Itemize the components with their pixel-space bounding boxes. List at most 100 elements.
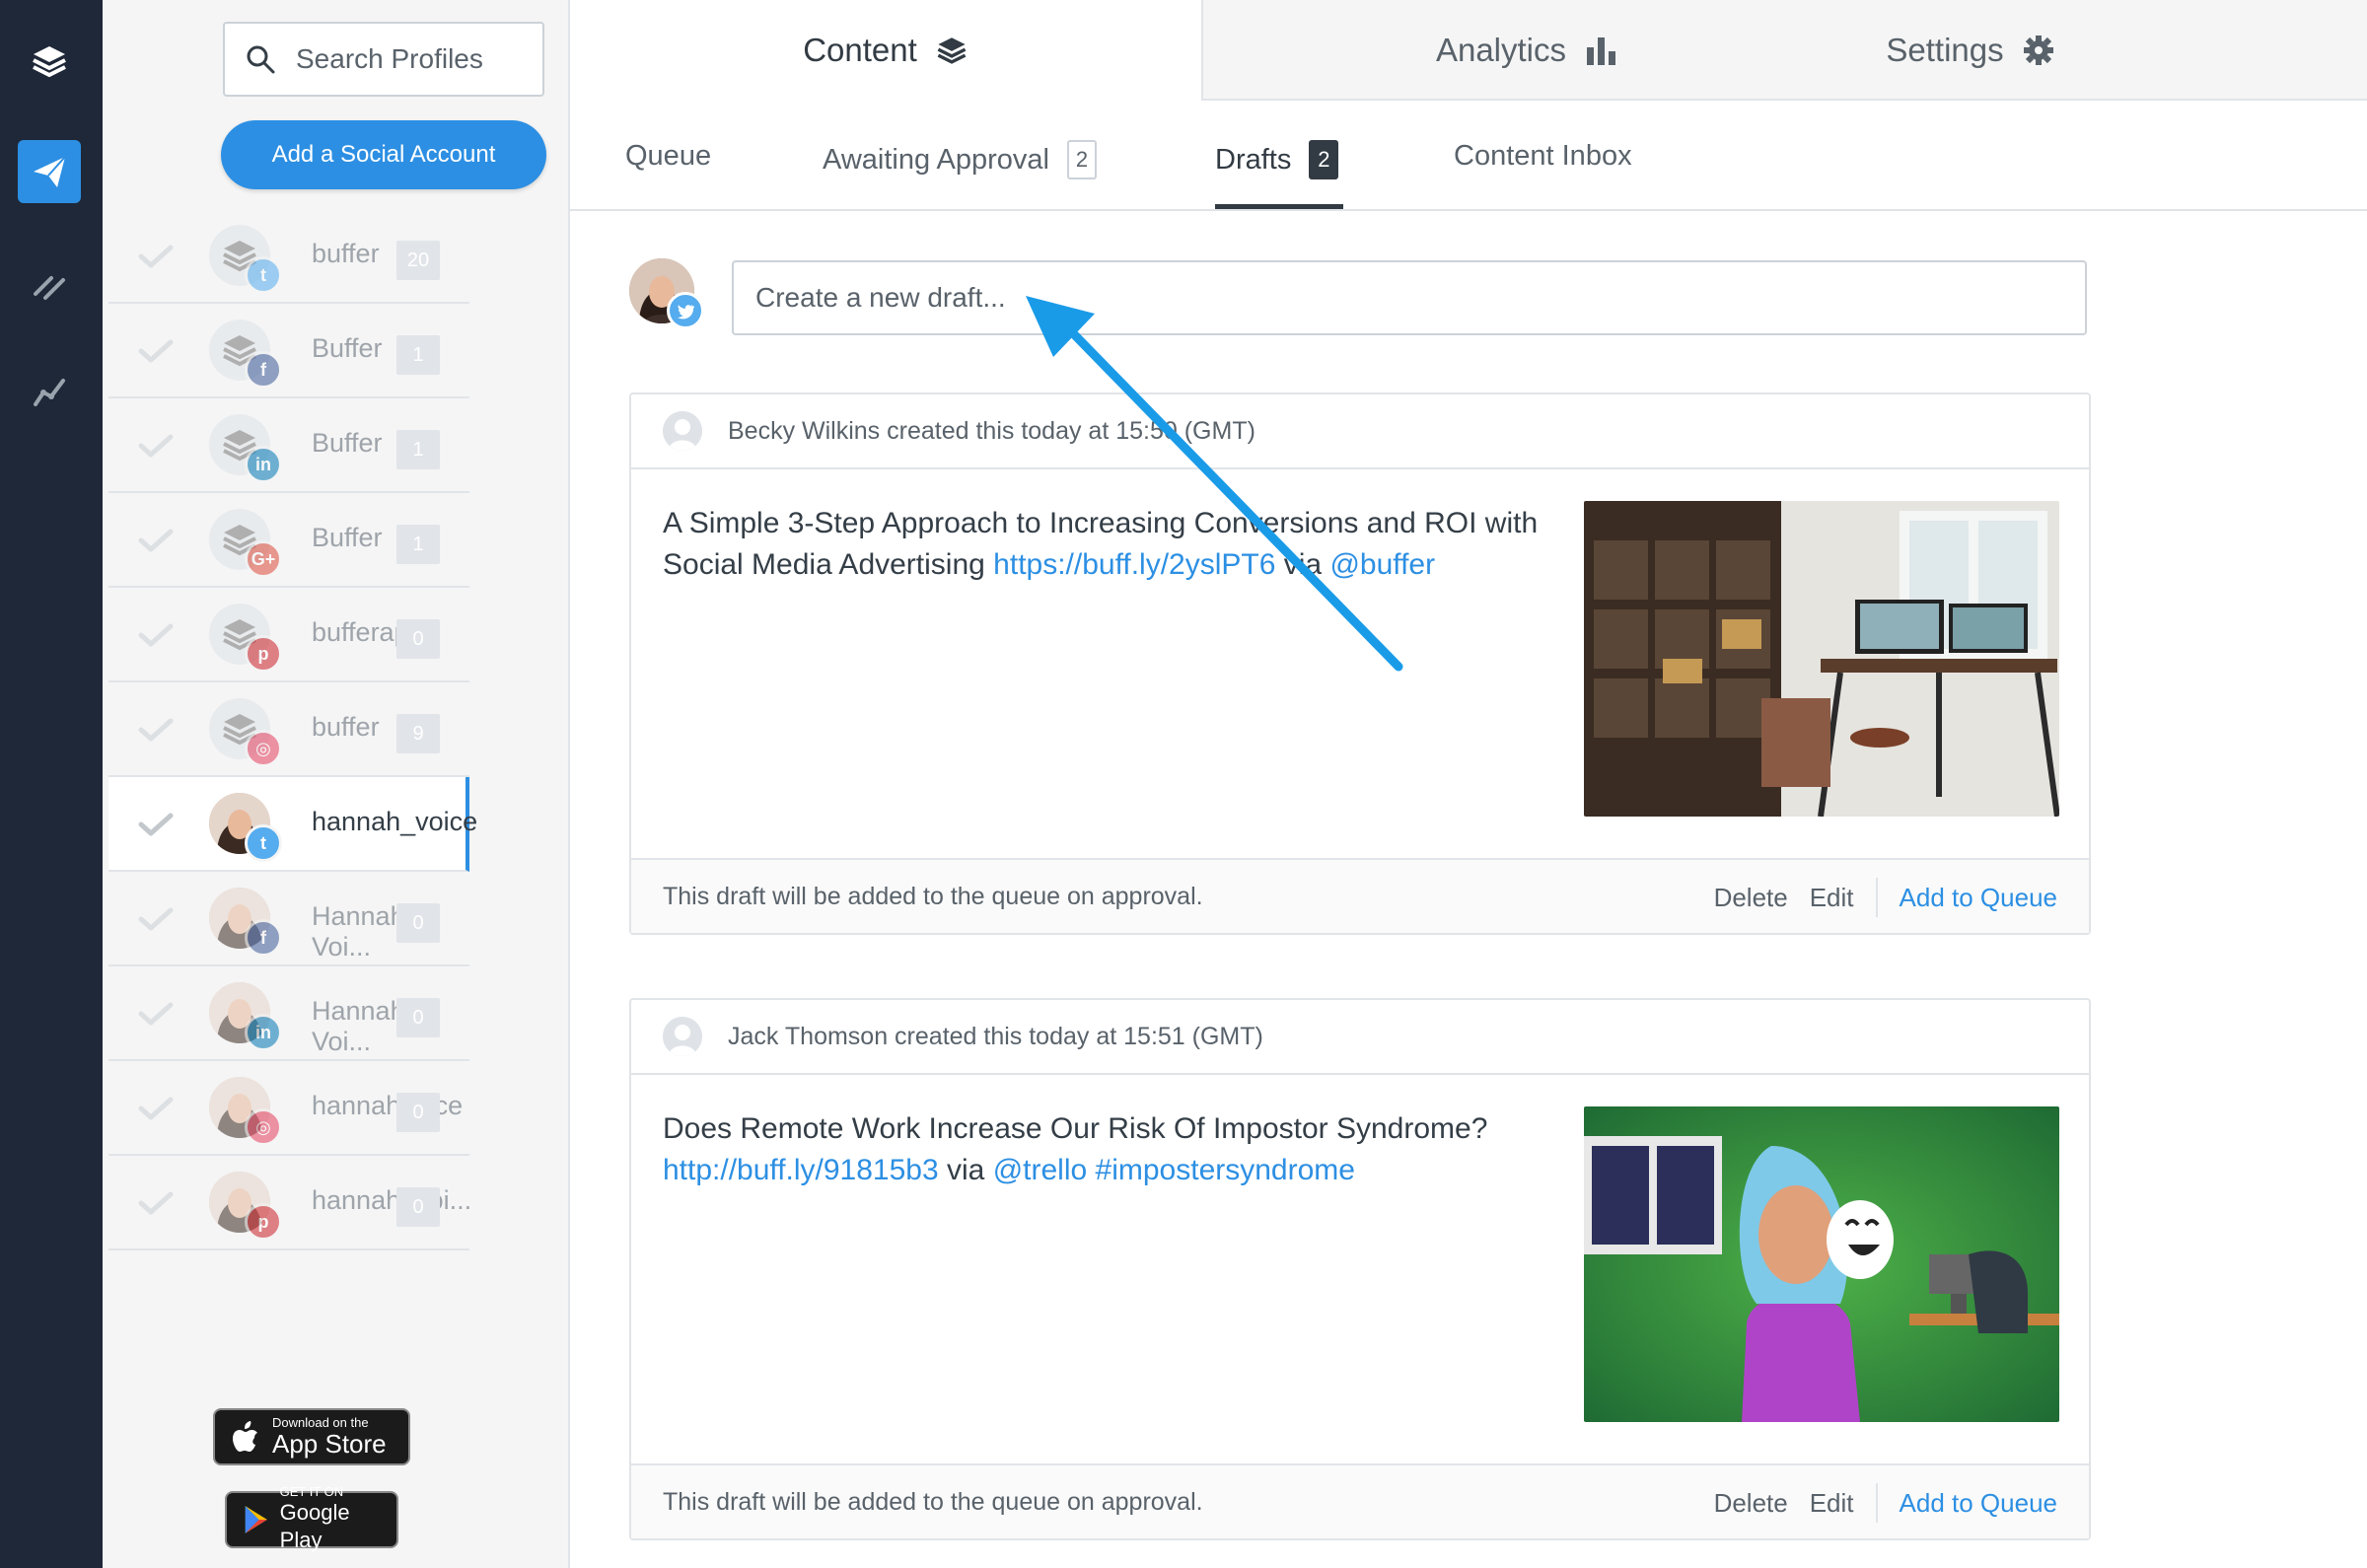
draft-link[interactable]: https://buff.ly/2yslPT6 [993,548,1275,581]
draft-link[interactable]: http://buff.ly/91815b3 [663,1154,939,1186]
add-social-account-button[interactable]: Add a Social Account [221,120,546,189]
delete-button[interactable]: Delete [1714,1488,1788,1519]
profile-avatar: G+ [209,509,282,578]
action-divider [1875,1483,1878,1523]
profile-item[interactable]: ◎ buffer 9 [108,682,469,777]
google-play-badge[interactable]: GET IT ON Google Play [225,1485,398,1552]
profile-item[interactable]: in Buffer 1 [108,398,469,493]
tab-content-label: Content [803,32,917,68]
tab-analytics[interactable]: Analytics [1389,0,1665,101]
profile-name: Buffer [312,428,383,458]
profile-item[interactable]: in Hannah Voi... 0 [108,966,469,1061]
apple-icon [233,1421,257,1452]
subtab-awaiting-approval[interactable]: Awaiting Approval 2 [823,140,1098,179]
subtab-inbox-label: Content Inbox [1454,140,1632,172]
subtab-drafts[interactable]: Drafts 2 [1215,140,1339,179]
draft-card-footer: This draft will be added to the queue on… [631,858,2089,933]
profile-count-badge: 1 [396,430,440,469]
delete-button[interactable]: Delete [1714,883,1788,913]
profile-count-badge: 0 [396,1093,440,1132]
tab-settings-label: Settings [1886,32,2004,68]
edit-button[interactable]: Edit [1810,1488,1854,1519]
draft-body: Does Remote Work Increase Our Risk Of Im… [663,1112,1488,1145]
check-icon[interactable] [138,1002,174,1026]
check-icon[interactable] [138,813,174,836]
gear-icon [2023,36,2053,65]
linkedin-icon: in [245,446,282,483]
profile-item[interactable]: t buffer 20 [108,209,469,304]
profile-item[interactable]: p hannah_voi... 0 [108,1156,472,1250]
tab-settings[interactable]: Settings [1852,0,2089,101]
profile-avatar: t [209,793,282,862]
app-store-big: App Store [272,1429,387,1459]
check-icon[interactable] [138,1097,174,1120]
edit-button[interactable]: Edit [1810,883,1854,913]
instagram-icon: ◎ [245,1108,282,1146]
draft-mention[interactable]: @trello [993,1154,1087,1186]
draft-via: via [938,1154,993,1186]
layers-icon [937,37,967,64]
profile-item[interactable]: f Buffer 1 [108,304,469,398]
check-icon[interactable] [138,529,174,552]
profile-name: Hannah Voi... [312,901,405,962]
approval-note: This draft will be added to the queue on… [663,1487,1203,1516]
check-icon[interactable] [138,339,174,363]
buffer-logo-icon[interactable] [18,30,81,93]
profile-avatar: f [209,320,282,389]
profile-name: Buffer [312,523,383,552]
add-to-queue-button[interactable]: Add to Queue [1900,883,2057,913]
add-to-queue-button[interactable]: Add to Queue [1900,1488,2057,1519]
profile-avatar: p [209,1172,282,1241]
profile-item[interactable]: p bufferapp 0 [108,588,469,682]
profile-avatar: in [209,414,282,483]
subtab-queue-label: Queue [625,140,712,172]
awaiting-count-badge: 2 [1067,140,1098,179]
check-icon[interactable] [138,245,174,268]
twitter-icon: t [245,256,282,294]
profile-name: hannah_voice [312,807,478,836]
app-store-small: Download on the [272,1415,369,1430]
linkedin-icon: in [245,1014,282,1051]
check-icon[interactable] [138,434,174,458]
check-icon[interactable] [138,1191,174,1215]
app-store-badge[interactable]: Download on the App Store [213,1408,410,1465]
check-icon[interactable] [138,718,174,742]
google-plus-icon: G+ [245,540,282,578]
draft-actions: Delete Edit Add to Queue [1692,860,2057,935]
profile-item[interactable]: t hannah_voice [108,777,477,872]
google-play-big: Google Play [279,1500,350,1552]
publish-icon[interactable] [18,140,81,203]
profile-avatar: ◎ [209,1077,282,1146]
subtab-queue[interactable]: Queue [625,140,711,173]
impostor-illustration [1584,1106,2059,1422]
profile-name: buffer [312,712,380,742]
profile-name: Buffer [312,333,383,363]
check-icon[interactable] [138,907,174,931]
profile-name: hannah_voi... [312,1185,472,1215]
profile-count-badge: 1 [396,525,440,564]
search-input[interactable]: Search Profiles [223,22,544,97]
profile-item[interactable]: ◎ hannahvoice 0 [108,1061,469,1156]
check-icon[interactable] [138,623,174,647]
profile-count-badge: 0 [396,998,440,1037]
draft-card: Jack Thomson created this today at 15:51… [629,998,2091,1540]
reply-icon[interactable] [18,252,81,316]
new-draft-input[interactable]: Create a new draft... [732,260,2087,335]
profile-item[interactable]: f Hannah Voi... 0 [108,872,469,966]
google-play-icon [245,1506,267,1533]
analyze-icon[interactable] [18,361,81,424]
approval-note: This draft will be added to the queue on… [663,882,1203,910]
author-avatar [663,411,702,451]
draft-mention[interactable]: @buffer [1329,548,1435,581]
profile-count-badge: 0 [396,619,440,659]
app-rail [0,0,103,1568]
subtab-content-inbox[interactable]: Content Inbox [1454,140,1632,173]
twitter-icon [667,292,704,329]
pinterest-icon: p [245,1203,282,1241]
author-line: Becky Wilkins created this today at 15:5… [728,416,1255,445]
author-avatar [663,1017,702,1056]
tab-content[interactable]: Content [570,0,1201,101]
profile-item[interactable]: G+ Buffer 1 [108,493,469,588]
draft-actions: Delete Edit Add to Queue [1692,1465,2057,1540]
draft-hashtag[interactable]: #impostersyndrome [1087,1154,1355,1186]
